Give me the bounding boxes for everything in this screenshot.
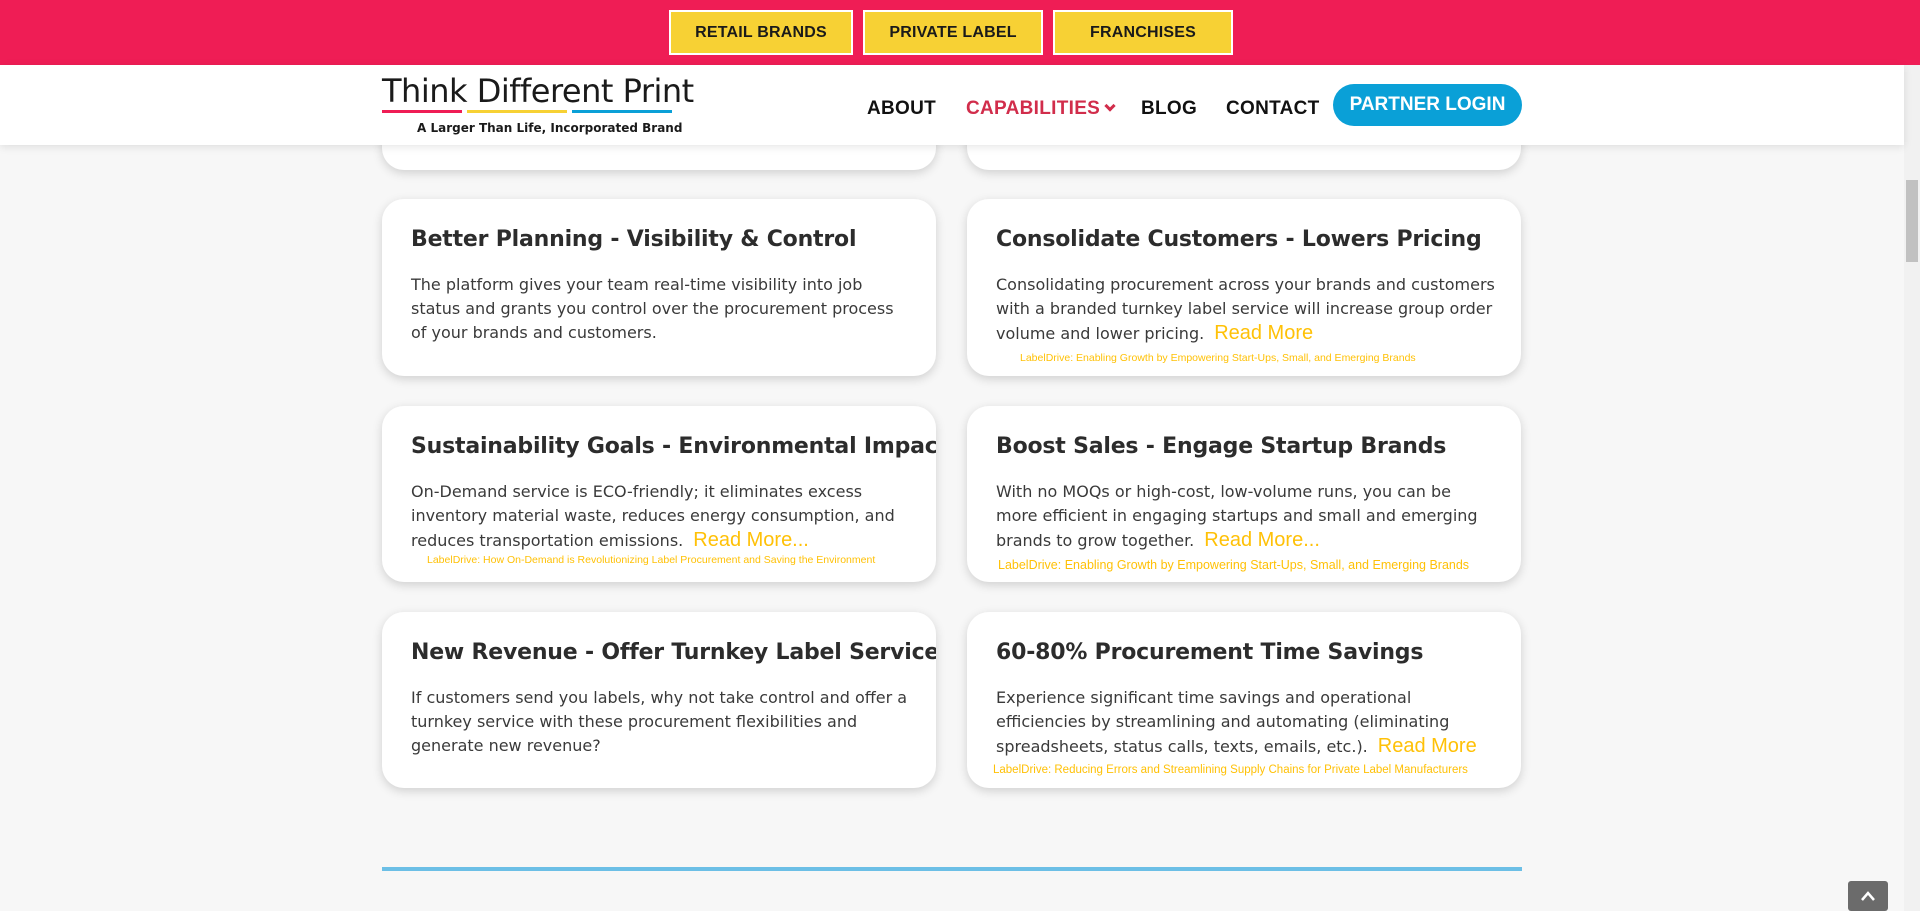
read-more-link[interactable]: Read More: [1378, 735, 1477, 757]
card-title: Sustainability Goals - Environmental Imp…: [411, 434, 936, 459]
scrollbar-track[interactable]: [1904, 0, 1920, 911]
article-link[interactable]: LabelDrive: Enabling Growth by Empowerin…: [998, 558, 1469, 572]
nav-capabilities[interactable]: CAPABILITIES: [966, 98, 1116, 120]
chevron-down-icon: [1104, 100, 1116, 112]
section-divider: [382, 867, 1522, 871]
card-text: With no MOQs or high-cost, low-volume ru…: [996, 482, 1478, 551]
logo-tagline: A Larger Than Life, Incorporated Brand: [417, 121, 683, 135]
franchises-button[interactable]: FRANCHISES: [1053, 10, 1233, 55]
nav-capabilities-label: CAPABILITIES: [966, 98, 1101, 119]
feature-card: Sustainability Goals - Environmental Imp…: [382, 406, 936, 582]
article-link[interactable]: LabelDrive: How On-Demand is Revolutioni…: [427, 554, 875, 566]
card-title: 60-80% Procurement Time Savings: [996, 640, 1424, 665]
card-text: Consolidating procurement across your br…: [996, 275, 1495, 344]
article-link[interactable]: LabelDrive: Reducing Errors and Streamli…: [993, 764, 1468, 776]
card-text: On-Demand service is ECO-friendly; it el…: [411, 482, 895, 551]
nav-blog[interactable]: BLOG: [1141, 98, 1197, 120]
card-text: The platform gives your team real-time v…: [411, 275, 894, 342]
feature-card: Boost Sales - Engage Startup Brands With…: [967, 406, 1521, 582]
arrow-up-icon: [1861, 891, 1875, 901]
private-label-button[interactable]: PRIVATE LABEL: [863, 10, 1043, 55]
article-link[interactable]: LabelDrive: Enabling Growth by Empowerin…: [1020, 352, 1416, 364]
site-header: Think Different Print A Larger Than Life…: [0, 65, 1904, 145]
read-more-link[interactable]: Read More...: [1204, 529, 1320, 551]
feature-card: 60-80% Procurement Time Savings Experien…: [967, 612, 1521, 788]
nav-contact[interactable]: CONTACT: [1226, 98, 1320, 120]
feature-card: New Revenue - Offer Turnkey Label Servic…: [382, 612, 936, 788]
nav-about[interactable]: ABOUT: [867, 98, 936, 120]
card-title: New Revenue - Offer Turnkey Label Servic…: [411, 640, 936, 665]
card-title: Better Planning - Visibility & Control: [411, 227, 857, 252]
card-title: Consolidate Customers - Lowers Pricing: [996, 227, 1482, 252]
read-more-link[interactable]: Read More...: [693, 529, 809, 551]
read-more-link[interactable]: Read More: [1214, 322, 1313, 344]
card-text: Experience significant time savings and …: [996, 688, 1477, 757]
logo-title: Think Different Print: [382, 72, 694, 110]
feature-card: Consolidate Customers - Lowers Pricing C…: [967, 199, 1521, 376]
card-text: If customers send you labels, why not ta…: [411, 688, 908, 755]
scrollbar-thumb[interactable]: [1906, 180, 1918, 262]
logo-color-bars: [382, 110, 682, 113]
card-title: Boost Sales - Engage Startup Brands: [996, 434, 1447, 459]
feature-card: Better Planning - Visibility & Control T…: [382, 199, 936, 376]
logo[interactable]: Think Different Print A Larger Than Life…: [382, 72, 694, 141]
retail-brands-button[interactable]: RETAIL BRANDS: [669, 10, 853, 55]
partner-login-button[interactable]: PARTNER LOGIN: [1333, 84, 1522, 126]
back-to-top-button[interactable]: [1848, 881, 1888, 911]
top-bar: RETAIL BRANDS PRIVATE LABEL FRANCHISES: [0, 0, 1920, 65]
